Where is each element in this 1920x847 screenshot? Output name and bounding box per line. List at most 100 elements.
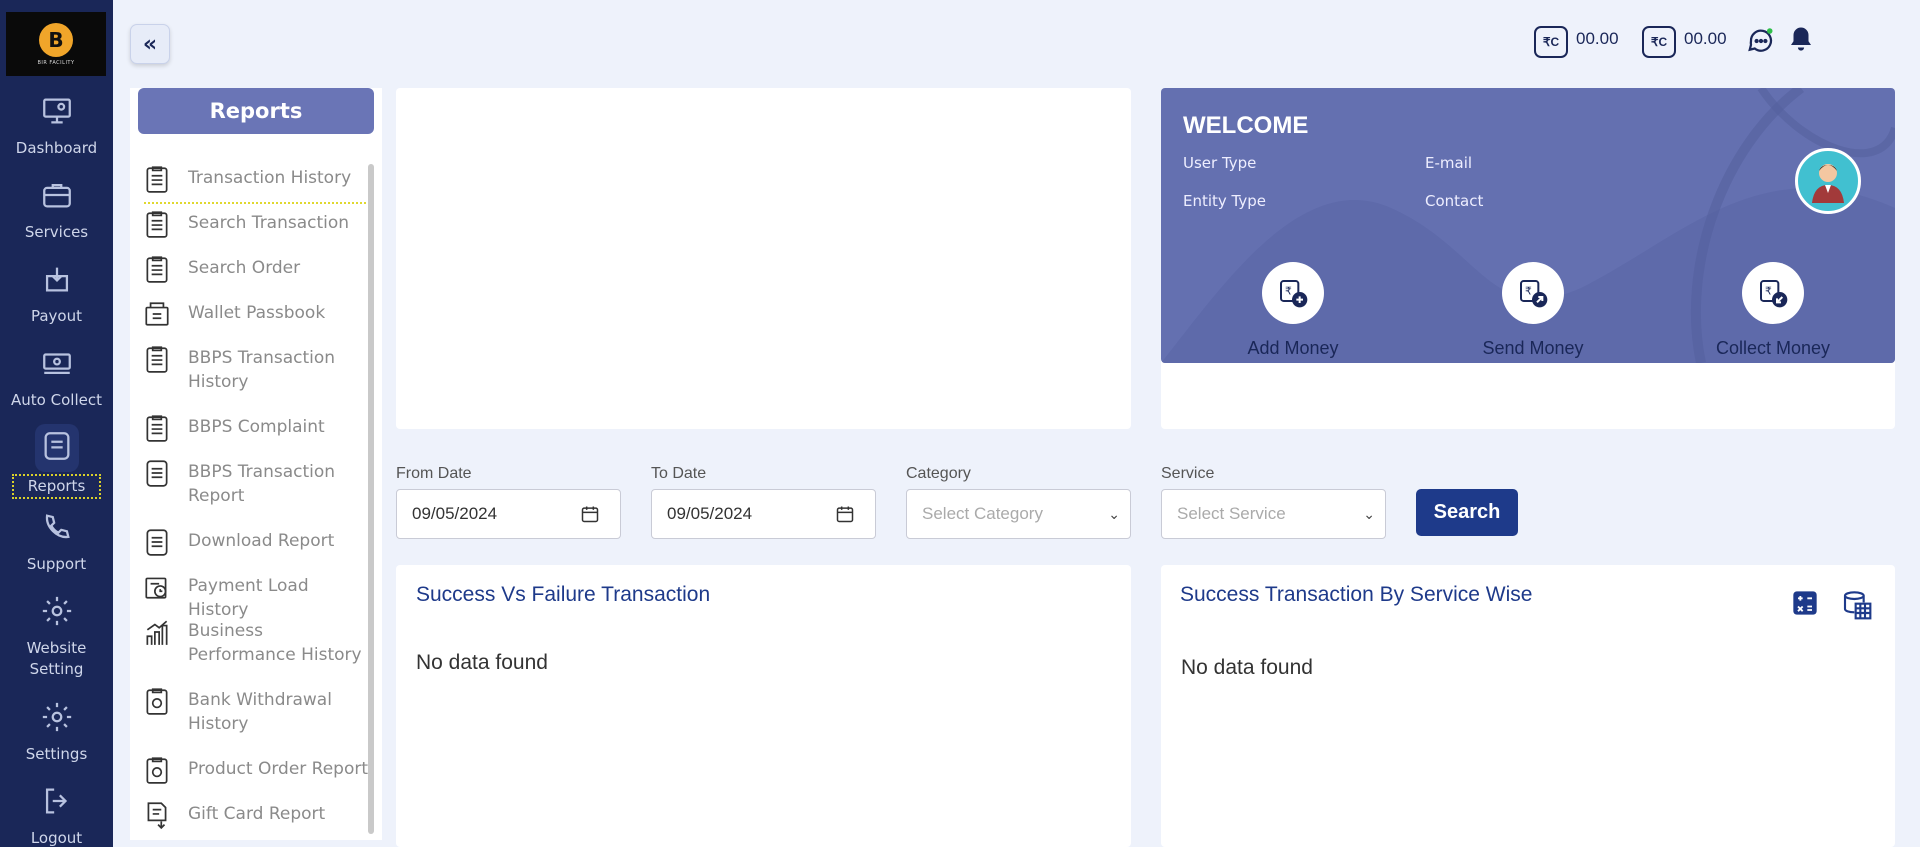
user-avatar-icon xyxy=(1812,164,1844,203)
user-type-label: User Type xyxy=(1183,154,1257,172)
report-item-search-transaction[interactable]: Search Transaction xyxy=(144,211,370,239)
reports-panel: Reports Transaction History Search Trans… xyxy=(130,88,382,840)
gear-icon xyxy=(40,594,74,632)
bar-chart-icon xyxy=(146,620,168,645)
category-select[interactable]: Select Category ⌄ xyxy=(906,489,1131,539)
nav-label: Logout xyxy=(30,829,83,847)
calendar-icon[interactable] xyxy=(580,504,600,524)
collect-money-icon: ₹ xyxy=(1742,262,1804,324)
send-money-label: Send Money xyxy=(1482,338,1584,358)
panel-title: Success Transaction By Service Wise xyxy=(1180,583,1533,606)
service-wise-panel: Success Transaction By Service Wise No d… xyxy=(1161,565,1895,847)
nav-label: Settings xyxy=(25,745,88,763)
nav-label: Auto Collect xyxy=(11,391,102,409)
service-select[interactable]: Select Service ⌄ xyxy=(1161,489,1386,539)
report-item-bank-withdrawal-history[interactable]: Bank Withdrawal History xyxy=(144,688,370,736)
user-avatar[interactable] xyxy=(1795,148,1861,214)
nav-item-auto-collect[interactable]: Auto Collect xyxy=(0,346,113,411)
welcome-banner: WELCOME User Type E-mail Entity Type Con… xyxy=(1161,88,1895,363)
nav-item-dashboard[interactable]: Dashboard xyxy=(0,94,113,159)
nav-item-services[interactable]: Services xyxy=(0,178,113,243)
email-label: E-mail xyxy=(1425,154,1473,172)
clipboard-icon xyxy=(146,211,168,238)
passbook-icon xyxy=(145,302,169,326)
app-logo[interactable]: B BIR FACILITY xyxy=(6,12,106,76)
bell-icon[interactable] xyxy=(1786,24,1816,60)
send-money-button[interactable]: ₹ Send Money xyxy=(1443,262,1623,359)
nav-item-support[interactable]: Support xyxy=(0,510,113,575)
welcome-title: WELCOME xyxy=(1183,112,1309,139)
calendar-icon[interactable] xyxy=(835,504,855,524)
report-item-product-order-report[interactable]: Product Order Report xyxy=(144,757,370,785)
from-date-value: 09/05/2024 xyxy=(412,504,498,523)
report-item-label: Download Report xyxy=(188,531,335,551)
chevron-down-icon: ⌄ xyxy=(1363,506,1375,522)
add-money-button[interactable]: ₹ Add Money xyxy=(1203,262,1383,359)
collect-money-label: Collect Money xyxy=(1715,338,1831,358)
clipboard-icon xyxy=(146,166,168,193)
report-item-bbps-transaction-report[interactable]: BBPS Transaction Report xyxy=(144,460,370,508)
report-item-bbps-transaction-history[interactable]: BBPS Transaction History xyxy=(144,346,370,394)
nav-item-reports[interactable]: Reports xyxy=(0,424,113,499)
cash-icon xyxy=(40,346,74,384)
report-item-wallet-passbook[interactable]: Wallet Passbook xyxy=(144,301,370,329)
reports-icon xyxy=(34,424,79,472)
nav-label: Website Setting xyxy=(26,639,87,678)
nav-label: Dashboard xyxy=(15,139,98,157)
report-item-label: Search Order xyxy=(188,258,301,278)
from-date-input[interactable]: 09/05/2024 xyxy=(396,489,621,539)
calculator-icon[interactable] xyxy=(1791,589,1819,621)
svg-text:₹: ₹ xyxy=(1525,284,1532,297)
report-item-label: Bank Withdrawal History xyxy=(188,690,332,734)
nav-label: Payout xyxy=(30,307,82,325)
wallet-balance-secondary[interactable]: ₹C 00.00 xyxy=(1642,26,1727,58)
report-item-transaction-history[interactable]: Transaction History xyxy=(144,166,370,204)
to-date-input[interactable]: 09/05/2024 xyxy=(651,489,876,539)
welcome-card: WELCOME User Type E-mail Entity Type Con… xyxy=(1161,88,1895,429)
report-item-payment-load-history[interactable]: Payment Load History xyxy=(144,574,370,622)
search-button[interactable]: Search xyxy=(1416,489,1518,536)
report-item-label: BBPS Transaction History xyxy=(188,348,336,392)
payment-history-icon xyxy=(145,577,167,599)
wallet-value: 00.00 xyxy=(1576,29,1619,48)
category-label: Category xyxy=(906,465,971,482)
report-item-business-performance-history[interactable]: Business Performance History xyxy=(144,619,370,667)
report-doc-icon xyxy=(146,529,168,556)
report-item-label: Payment Load History xyxy=(188,576,309,620)
clipboard-icon xyxy=(146,256,168,283)
no-data-message: No data found xyxy=(416,651,548,674)
service-label: Service xyxy=(1161,465,1215,482)
send-money-icon: ₹ xyxy=(1502,262,1564,324)
to-date-value: 09/05/2024 xyxy=(667,504,753,523)
reports-scrollbar[interactable] xyxy=(368,164,374,834)
nav-item-payout[interactable]: Payout xyxy=(0,262,113,327)
report-item-label: BBPS Transaction Report xyxy=(188,462,336,506)
to-date-label: To Date xyxy=(651,465,707,482)
report-item-label: Transaction History xyxy=(188,168,352,188)
logout-icon xyxy=(40,784,74,822)
nav-item-website-setting[interactable]: Website Setting xyxy=(0,594,113,680)
report-item-bbps-complaint[interactable]: BBPS Complaint xyxy=(144,415,370,443)
rupee-wallet-icon: ₹C xyxy=(1534,26,1568,58)
database-table-icon[interactable] xyxy=(1841,589,1873,625)
report-item-label: Business Performance History xyxy=(188,621,362,665)
collapse-sidebar-button[interactable]: « xyxy=(130,24,170,64)
payout-icon xyxy=(40,262,74,300)
wallet-balance-main[interactable]: ₹C 00.00 xyxy=(1534,26,1619,58)
service-placeholder: Select Service xyxy=(1177,504,1286,523)
clipboard-icon xyxy=(146,346,168,373)
report-item-label: BBPS Complaint xyxy=(188,417,325,437)
chat-icon[interactable] xyxy=(1746,26,1776,60)
report-item-gift-card-report[interactable]: Gift Card Report xyxy=(144,802,370,830)
nav-label: Services xyxy=(24,223,89,241)
double-chevron-left-icon: « xyxy=(142,31,158,57)
banner-card xyxy=(396,88,1131,429)
collect-money-button[interactable]: ₹ Collect Money xyxy=(1683,262,1863,359)
report-item-search-order[interactable]: Search Order xyxy=(144,256,370,284)
add-money-icon: ₹ xyxy=(1262,262,1324,324)
nav-item-settings[interactable]: Settings xyxy=(0,700,113,765)
nav-item-logout[interactable]: Logout xyxy=(0,784,113,847)
no-data-message: No data found xyxy=(1181,656,1313,679)
success-vs-failure-panel: Success Vs Failure Transaction No data f… xyxy=(396,565,1131,847)
report-item-download-report[interactable]: Download Report xyxy=(144,529,370,557)
